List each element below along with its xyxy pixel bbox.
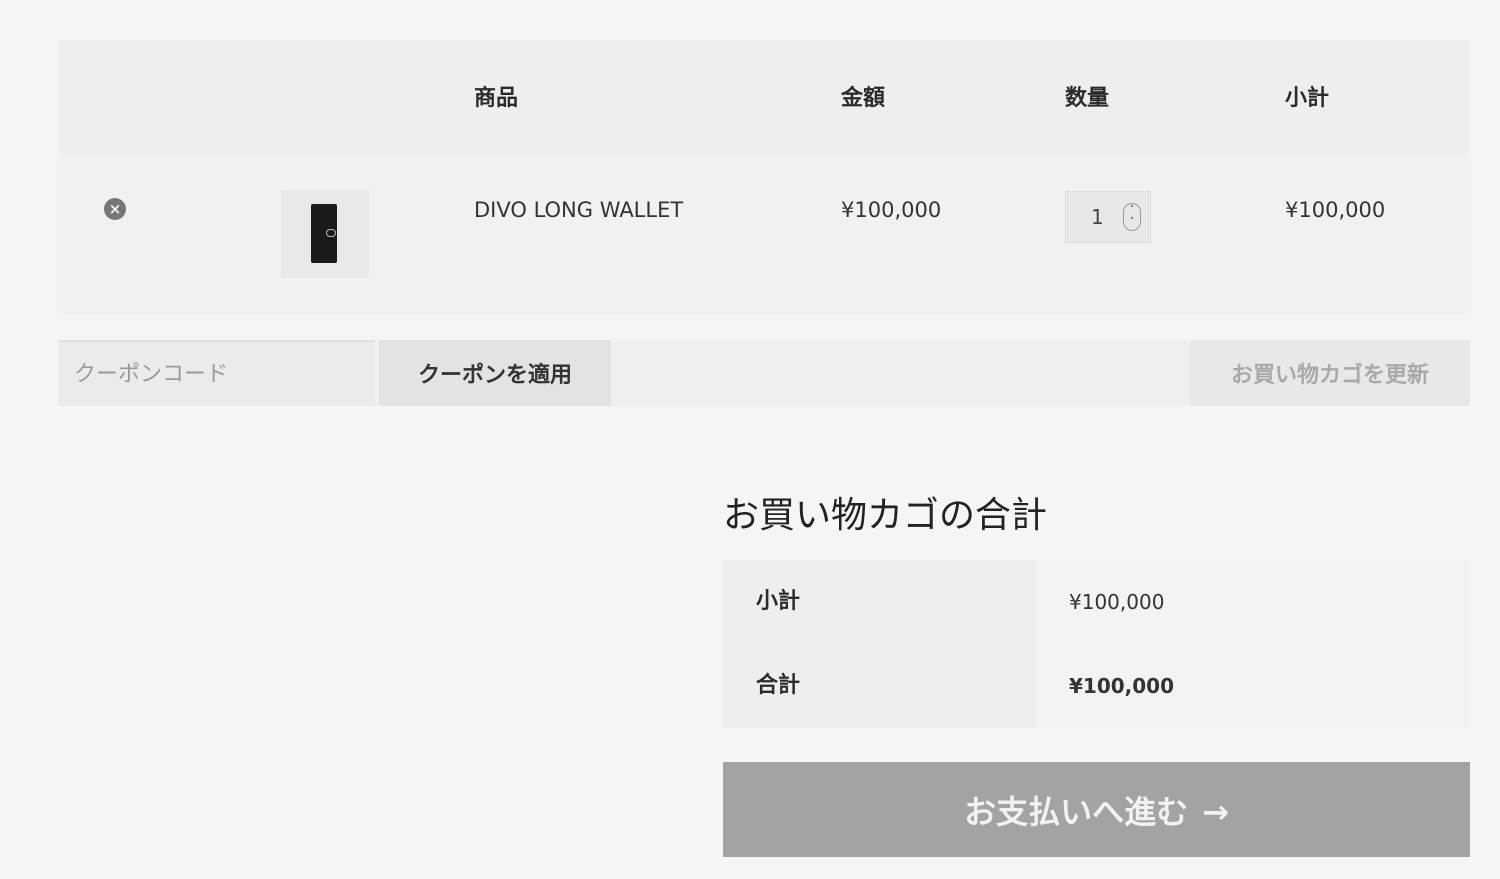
total-value: ¥100,000 <box>1036 644 1470 728</box>
subtotal-value: ¥100,000 <box>1036 560 1470 644</box>
checkout-label: お支払いへ進む <box>964 792 1189 831</box>
cart-totals: お買い物カゴの合計 小計 ¥100,000 合計 ¥100,000 お支払いへ進… <box>723 490 1470 857</box>
coupon-bar: クーポンを適用 お買い物カゴを更新 <box>58 340 1470 406</box>
product-subtotal: ¥100,000 <box>1285 198 1386 222</box>
total-row: 合計 ¥100,000 <box>723 644 1470 728</box>
cart-item-row: × DIVO LONG WALLET ¥100,000 1 ˄ ˅ ¥100,00… <box>58 153 1470 315</box>
product-name-link[interactable]: DIVO LONG WALLET <box>474 198 683 222</box>
remove-item-icon[interactable]: × <box>104 198 126 220</box>
total-label: 合計 <box>723 644 1036 728</box>
totals-table: 小計 ¥100,000 合計 ¥100,000 <box>723 560 1470 728</box>
subtotal-label: 小計 <box>723 560 1036 644</box>
coupon-code-input[interactable] <box>58 340 375 406</box>
arrow-right-icon: → <box>1202 792 1229 831</box>
cart-table: 商品 金額 数量 小計 × DIVO LONG WALLET ¥100,000 … <box>58 40 1470 315</box>
quantity-stepper[interactable]: 1 ˄ ˅ <box>1065 191 1151 243</box>
subtotal-row: 小計 ¥100,000 <box>723 560 1470 644</box>
header-subtotal: 小計 <box>1285 86 1330 111</box>
apply-coupon-button[interactable]: クーポンを適用 <box>379 340 611 406</box>
cart-table-header: 商品 金額 数量 小計 <box>58 40 1470 153</box>
product-thumbnail[interactable] <box>281 190 369 278</box>
header-product: 商品 <box>474 86 519 111</box>
product-price: ¥100,000 <box>841 198 942 222</box>
wallet-icon <box>311 204 337 263</box>
wallet-clasp <box>326 229 336 237</box>
header-price: 金額 <box>841 86 886 111</box>
update-cart-button[interactable]: お買い物カゴを更新 <box>1190 340 1470 406</box>
proceed-to-checkout-button[interactable]: お支払いへ進む → <box>723 762 1470 857</box>
header-quantity: 数量 <box>1065 86 1110 111</box>
stepper-arrows-icon[interactable]: ˄ ˅ <box>1123 203 1141 231</box>
cart-totals-title: お買い物カゴの合計 <box>723 495 1048 536</box>
quantity-value[interactable]: 1 <box>1091 205 1104 229</box>
